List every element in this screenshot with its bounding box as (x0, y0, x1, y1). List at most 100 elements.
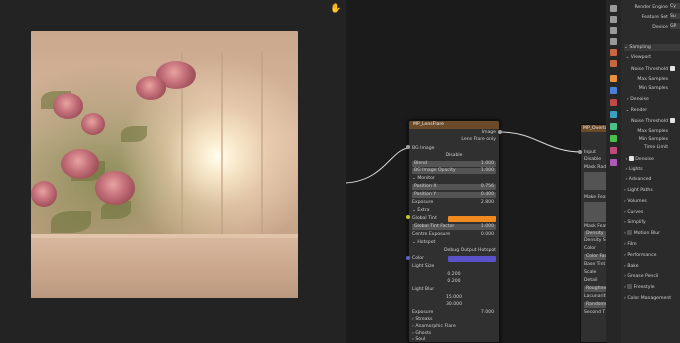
feature-set-row[interactable]: Feature Set Su (624, 13, 680, 20)
simplify-row[interactable]: › Simplify (624, 219, 680, 226)
bg-opacity-field[interactable]: BG Image Opacity 1.000 (412, 168, 496, 174)
properties-tabs[interactable] (606, 0, 621, 343)
output-icon[interactable] (610, 27, 617, 34)
lens-flare-only-output: Lens Flare only (461, 137, 496, 142)
curves-row[interactable]: › Curves (624, 209, 680, 216)
hotspot-color-swatch[interactable] (448, 256, 496, 262)
node-title[interactable]: MP_LensFlare (409, 121, 499, 129)
noise-threshold-row[interactable]: Noise Threshold (624, 66, 680, 73)
disable-label: Disable (584, 157, 602, 162)
tint-swatch[interactable] (448, 216, 496, 222)
density-scale-label: Density Sca (584, 238, 610, 243)
input-label: Input (584, 150, 596, 155)
tool-icon[interactable] (610, 5, 617, 12)
mask-feather-label: Mask Feather (584, 224, 609, 229)
freestyle-row[interactable]: › Freestyle (624, 284, 680, 291)
color-field[interactable]: Color (412, 256, 496, 262)
detail-label: Detail (584, 278, 598, 283)
hotspot-panel[interactable]: ⌄ Hotspot (412, 240, 496, 246)
min-samples-row[interactable]: Min Samples (624, 85, 680, 92)
particles-icon[interactable] (610, 99, 617, 106)
performance-row[interactable]: › Performance (624, 252, 680, 259)
color-management-row[interactable]: › Color Management (624, 295, 680, 302)
position-x-field[interactable]: Position X 0.756 (412, 184, 496, 190)
motion-blur-row[interactable]: › Motion Blur (624, 230, 680, 237)
light-blur-1[interactable]: 15.000 (412, 295, 496, 301)
scene-icon[interactable] (610, 49, 617, 56)
light-paths-row[interactable]: › Light Paths (624, 187, 680, 194)
volumes-row[interactable]: › Volumes (624, 198, 680, 205)
position-y-field[interactable]: Position Y 0.400 (412, 192, 496, 198)
material-icon[interactable] (610, 147, 617, 154)
light-size-2[interactable]: 0.200 (412, 279, 496, 285)
bake-row[interactable]: › Bake (624, 263, 680, 270)
color-socket[interactable] (406, 256, 410, 260)
noise-threshold2-row[interactable]: Noise Threshold (624, 118, 680, 125)
color-factor-field[interactable]: Color Fac (584, 254, 607, 260)
base-tint-label: Base Tint (584, 262, 606, 267)
scale-label: Scale (584, 270, 597, 275)
properties-panel[interactable]: Render Engine Cy Feature Set Su Device GP ⌄… (621, 0, 680, 343)
debug-output: Debug Output Hotspot (444, 248, 496, 253)
min-samples2-row[interactable]: Min Samples (624, 136, 680, 143)
global-tint-field[interactable]: Global Tint (412, 216, 496, 222)
lensflare-node[interactable]: MP_LensFlare Image Lens Flare only BG Im… (408, 120, 500, 343)
physics-icon[interactable] (610, 111, 617, 118)
streaks-panel[interactable]: › Streaks (412, 317, 496, 323)
make-feather-label: Make Feather (584, 195, 609, 200)
view-layer-icon[interactable] (610, 38, 617, 45)
randomness-field[interactable]: Randomne (584, 302, 609, 308)
hand-icon[interactable]: ✋ (330, 4, 341, 14)
color-label: Color (584, 246, 596, 251)
modifier-icon[interactable] (610, 87, 617, 94)
blend-field[interactable]: Blend 1.000 (412, 161, 496, 167)
image-viewer[interactable]: ✋ (0, 0, 346, 343)
constraints-icon[interactable] (610, 123, 617, 130)
bg-image-socket[interactable] (406, 145, 410, 149)
advanced-row[interactable]: › Advanced (624, 176, 680, 183)
anamorphic-panel[interactable]: › Anamorphic Flare (412, 324, 496, 330)
image-socket[interactable] (498, 130, 502, 134)
max-samples2-row[interactable]: Max Samples (624, 128, 680, 135)
sampling-panel[interactable]: ⌄ Sampling (624, 44, 680, 51)
render-image (31, 31, 298, 298)
soul-panel[interactable]: › Soul (412, 337, 496, 343)
lights-row[interactable]: › Lights (624, 166, 680, 173)
roughness-field[interactable]: Roughness (584, 286, 609, 292)
device-row[interactable]: Device GP (624, 23, 680, 30)
max-samples-row[interactable]: Max Samples (624, 76, 680, 83)
object-icon[interactable] (610, 75, 617, 82)
data-icon[interactable] (610, 135, 617, 142)
global-tint-factor-field[interactable]: Global Tint Factor 1.000 (412, 224, 496, 230)
render-icon[interactable] (610, 16, 617, 23)
mask-radius-label: Mask Radius (584, 165, 610, 170)
world-icon[interactable] (610, 60, 617, 67)
render-engine-row[interactable]: Render Engine Cy (624, 3, 680, 10)
light-blur-label: Light Blur (412, 287, 435, 292)
disable-input: Disable (445, 153, 463, 158)
exposure-field[interactable]: Exposure 2.800 (412, 200, 496, 206)
denoise-row[interactable]: › Denoise (624, 96, 680, 103)
exposure2-field[interactable]: Exposure 7.000 (412, 310, 496, 316)
density-field[interactable]: Density (584, 231, 606, 237)
bg-image-input: BG Image (412, 146, 435, 151)
render-panel[interactable]: ⌄ Render (624, 107, 680, 114)
texture-icon[interactable] (610, 159, 617, 166)
image-output: Image (481, 130, 496, 135)
film-row[interactable]: › Film (624, 241, 680, 248)
viewport-panel[interactable]: ⌄ Viewport (624, 54, 680, 61)
extra-panel[interactable]: ⌄ Extra (412, 208, 496, 214)
overlay-title[interactable]: MP_Overla (581, 125, 609, 132)
overlay-input-socket[interactable] (578, 150, 582, 154)
centre-exposure-field[interactable]: Centre Exposure 0.000 (412, 232, 496, 238)
second-t-label: Second T (584, 310, 606, 315)
time-limit-row[interactable]: Time Limit (624, 144, 680, 151)
light-size-label: Light Size (412, 264, 435, 269)
tint-socket[interactable] (406, 215, 410, 219)
light-blur-2[interactable]: 30.000 (412, 302, 496, 308)
denoise2-row[interactable]: › Denoise (624, 156, 680, 163)
lacunarity-label: Lacunarity (584, 294, 609, 299)
light-size-1[interactable]: 0.200 (412, 272, 496, 278)
grease-pencil-row[interactable]: › Grease Pencil (624, 273, 680, 280)
monitor-panel[interactable]: ⌄ Monitor (412, 176, 496, 182)
